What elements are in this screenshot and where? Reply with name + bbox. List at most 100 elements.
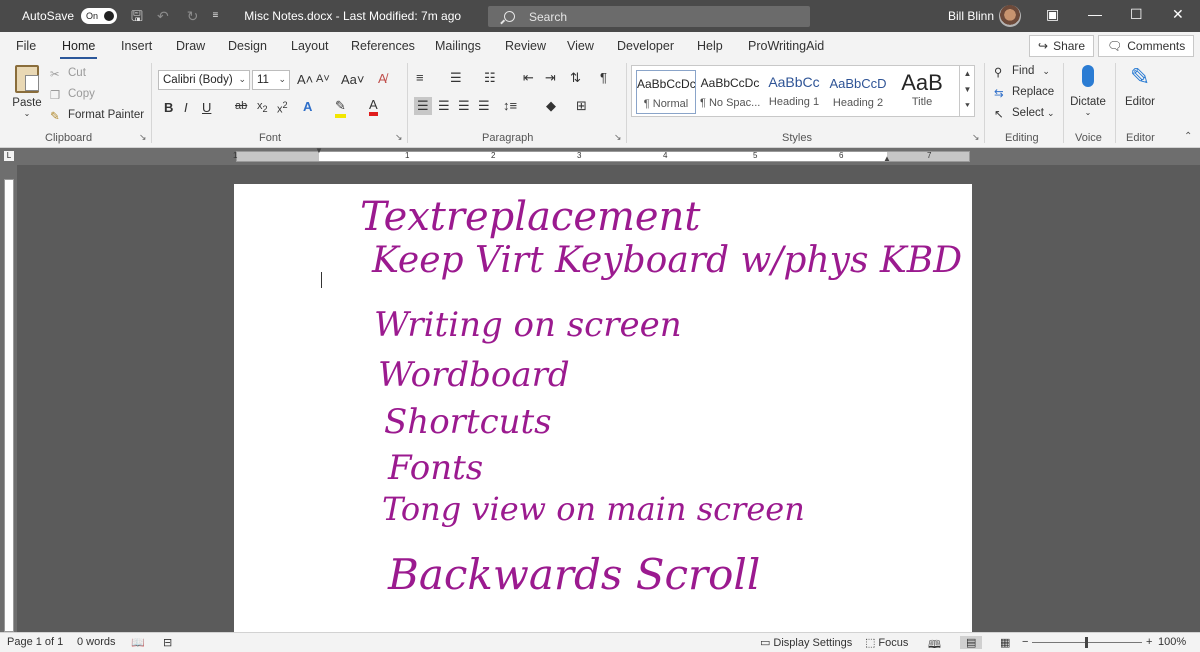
italic-button[interactable]: I	[184, 100, 188, 115]
tab-view[interactable]: View	[567, 39, 594, 53]
font-color-icon[interactable]: A	[369, 97, 378, 116]
ink-line[interactable]: Textreplacement	[360, 194, 700, 240]
proofing-icon[interactable]: 📖	[131, 636, 145, 649]
style-normal[interactable]: AaBbCcDc ¶ Normal	[636, 70, 696, 114]
ink-line[interactable]: Backwards Scroll	[388, 550, 760, 599]
decrease-indent-icon[interactable]: ⇤	[523, 70, 534, 86]
increase-indent-icon[interactable]: ⇥	[545, 70, 556, 86]
find-button[interactable]: ⚲ Find ⌄	[994, 65, 1050, 79]
superscript-button[interactable]: x2	[277, 100, 288, 116]
grow-font-icon[interactable]: A˄	[297, 72, 313, 87]
vertical-ruler[interactable]	[0, 165, 17, 632]
tab-mailings[interactable]: Mailings	[435, 39, 481, 53]
style-heading-2[interactable]: AaBbCcD Heading 2	[828, 70, 888, 114]
borders-icon[interactable]: ⊞	[576, 98, 587, 114]
bold-button[interactable]: B	[164, 100, 173, 115]
search-input[interactable]: Search	[488, 6, 810, 27]
copy-button[interactable]: ❐ Copy	[50, 88, 95, 102]
maximize-icon[interactable]: ☐	[1130, 6, 1143, 23]
ink-line[interactable]: Tong view on main screen	[382, 490, 805, 528]
numbering-icon[interactable]: ☰	[450, 70, 462, 86]
strikethrough-button[interactable]: ab	[235, 100, 247, 112]
page-count[interactable]: Page 1 of 1	[7, 636, 63, 648]
font-size-select[interactable]: 11 ⌄	[252, 70, 290, 90]
tab-prowritingaid[interactable]: ProWritingAid	[748, 39, 824, 53]
redo-icon[interactable]: ↻	[187, 9, 199, 23]
align-left-button[interactable]: ☰	[414, 97, 432, 115]
avatar[interactable]	[999, 5, 1021, 27]
close-icon[interactable]: ✕	[1172, 6, 1184, 23]
undo-icon[interactable]: ↶	[157, 9, 169, 23]
zoom-out-icon[interactable]: −	[1022, 636, 1028, 648]
paste-button[interactable]: Paste ⌄	[12, 65, 42, 118]
zoom-slider[interactable]	[1032, 637, 1142, 648]
text-effects-icon[interactable]: A	[303, 99, 312, 114]
read-mode-icon[interactable]: 🕮	[928, 636, 941, 652]
indent-marker-icon[interactable]: ▼	[315, 146, 323, 155]
word-count[interactable]: 0 words	[77, 636, 116, 648]
ribbon-display-icon[interactable]: ▣	[1046, 6, 1059, 23]
user-name[interactable]: Bill Blinn	[948, 9, 994, 23]
tab-help[interactable]: Help	[697, 39, 723, 53]
multilevel-list-icon[interactable]: ☷	[484, 70, 496, 86]
tab-review[interactable]: Review	[505, 39, 546, 53]
customize-qat-icon[interactable]: ≡	[212, 11, 218, 21]
highlight-icon[interactable]: ✎	[335, 98, 346, 118]
web-layout-icon[interactable]: ▦	[1000, 636, 1010, 649]
ink-line[interactable]: Keep Virt Keyboard w/phys KBD	[372, 240, 962, 281]
dialog-launcher-icon[interactable]: ↘	[972, 132, 980, 143]
font-name-select[interactable]: Calibri (Body) ⌄	[158, 70, 250, 90]
dialog-launcher-icon[interactable]: ↘	[139, 132, 147, 143]
print-layout-icon[interactable]: ▤	[960, 636, 983, 649]
vertical-scrollbar[interactable]	[1186, 165, 1200, 632]
change-case-icon[interactable]: Aa˅	[341, 72, 365, 87]
replace-button[interactable]: ⇆ Replace	[994, 86, 1054, 100]
ink-line[interactable]: Shortcuts	[384, 402, 552, 442]
display-settings-button[interactable]: ▭ Display Settings	[760, 636, 852, 649]
editor-button[interactable]: ✎ Editor	[1120, 65, 1160, 109]
style-no-spacing[interactable]: AaBbCcDc ¶ No Spac...	[700, 70, 760, 114]
tab-insert[interactable]: Insert	[121, 39, 152, 53]
align-center-icon[interactable]: ☰	[438, 98, 450, 114]
clear-formatting-icon[interactable]: A̸	[378, 71, 387, 86]
cut-button[interactable]: ✂ Cut	[50, 67, 86, 81]
tab-developer[interactable]: Developer	[617, 39, 674, 53]
style-heading-1[interactable]: AaBbCc Heading 1	[764, 70, 824, 114]
collapse-ribbon-icon[interactable]: ⌃	[1184, 131, 1192, 142]
format-painter-button[interactable]: ✎ Format Painter	[50, 109, 144, 123]
minimize-icon[interactable]: —	[1088, 6, 1102, 22]
zoom-in-icon[interactable]: +	[1146, 636, 1152, 648]
share-button[interactable]: ↪ Share	[1029, 35, 1095, 57]
dialog-launcher-icon[interactable]: ↘	[395, 132, 403, 143]
autosave-toggle[interactable]: On	[81, 8, 118, 24]
show-formatting-icon[interactable]: ¶	[600, 70, 607, 85]
ink-line[interactable]: Wordboard	[378, 355, 570, 395]
line-spacing-icon[interactable]: ↕≡	[503, 98, 517, 113]
tab-home[interactable]: Home	[59, 39, 98, 59]
ink-line[interactable]: Writing on screen	[374, 305, 682, 345]
tab-selector-icon[interactable]: L	[4, 151, 14, 161]
tab-layout[interactable]: Layout	[291, 39, 329, 53]
tab-design[interactable]: Design	[228, 39, 267, 53]
tab-references[interactable]: References	[351, 39, 415, 53]
dialog-launcher-icon[interactable]: ↘	[614, 132, 622, 143]
zoom-level[interactable]: 100%	[1158, 636, 1186, 648]
sort-icon[interactable]: ⇅	[570, 70, 581, 86]
shading-icon[interactable]: ◆	[546, 98, 556, 114]
shrink-font-icon[interactable]: A˅	[316, 73, 330, 85]
styles-scroll[interactable]: ▲ ▼ ⯆	[959, 66, 975, 116]
right-indent-marker-icon[interactable]: ▲	[883, 154, 891, 163]
subscript-button[interactable]: x2	[257, 100, 268, 114]
comments-button[interactable]: 🗨 Comments	[1098, 35, 1195, 57]
select-button[interactable]: ↖ Select ⌄	[994, 107, 1055, 121]
tab-draw[interactable]: Draw	[176, 39, 205, 53]
ink-line[interactable]: Fonts	[388, 448, 483, 488]
accessibility-icon[interactable]: ⊟	[163, 636, 172, 649]
horizontal-ruler[interactable]: 1 1 2 3 4 5 6 7 ▼ ▲	[233, 146, 970, 163]
save-icon[interactable]: 🖫	[131, 9, 143, 23]
dictate-button[interactable]: Dictate ⌄	[1068, 65, 1108, 117]
underline-button[interactable]: U	[202, 100, 211, 115]
align-right-icon[interactable]: ☰	[458, 98, 470, 114]
style-title[interactable]: AaB Title	[892, 70, 952, 114]
tab-file[interactable]: File	[16, 39, 36, 53]
